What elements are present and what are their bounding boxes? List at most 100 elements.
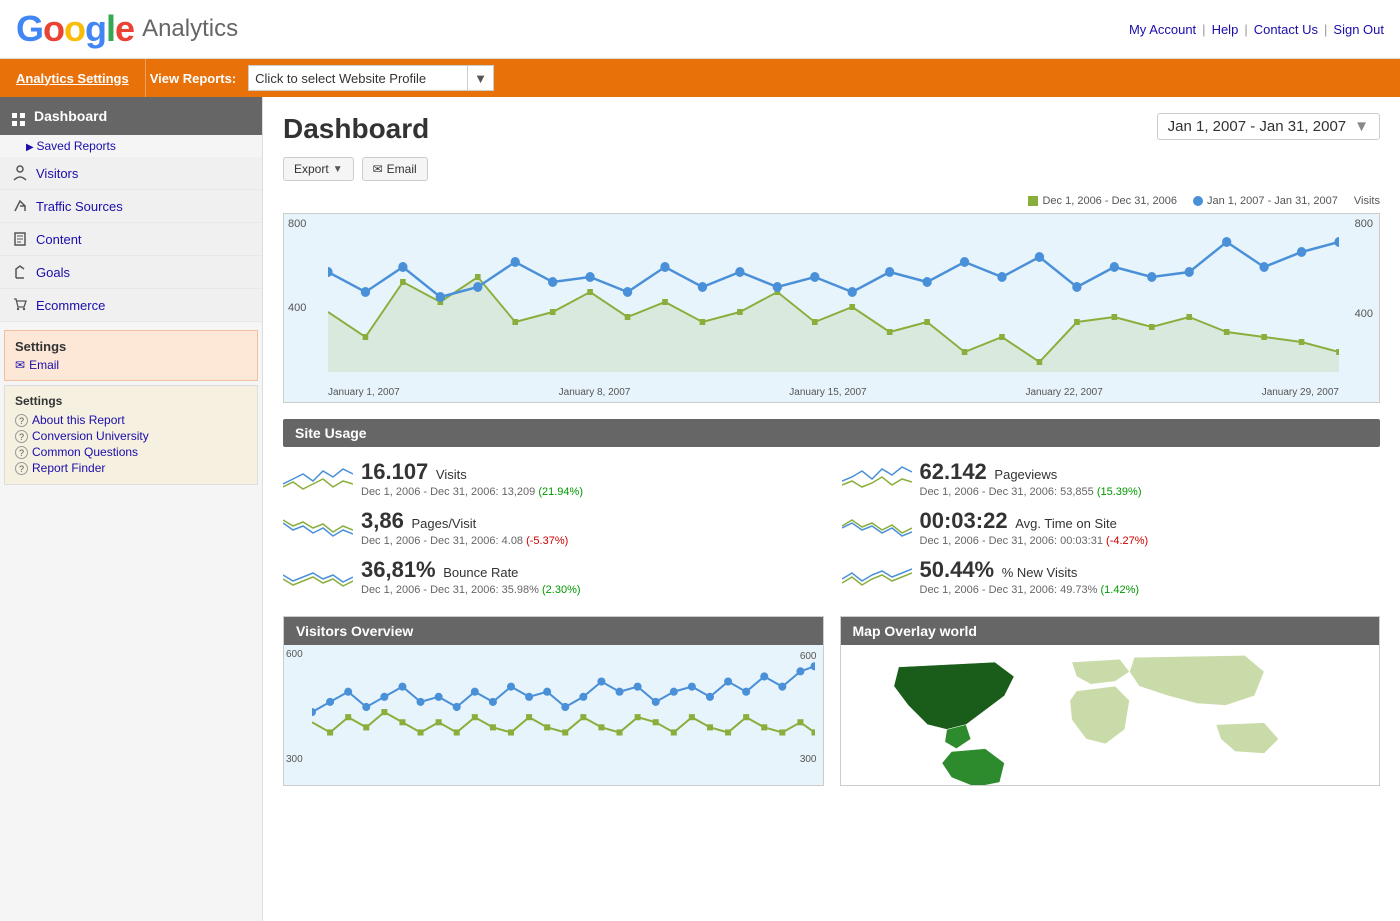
sidebar: Dashboard Saved Reports Visitors Traffic… xyxy=(0,97,263,921)
logo-area: Google Analytics xyxy=(16,8,238,50)
conversion-university-link[interactable]: ? Conversion University xyxy=(15,428,247,444)
metric-pageviews-data: 62.142 Pageviews Dec 1, 2006 - Dec 31, 2… xyxy=(920,459,1142,498)
common-questions-link[interactable]: ? Common Questions xyxy=(15,444,247,460)
metric-visits-data: 16.107 Visits Dec 1, 2006 - Dec 31, 2006… xyxy=(361,459,583,498)
metric-pageviews: 62.142 Pageviews Dec 1, 2006 - Dec 31, 2… xyxy=(842,459,1381,498)
page-title: Dashboard xyxy=(283,113,429,145)
metric-avg-time: 00:03:22 Avg. Time on Site Dec 1, 2006 -… xyxy=(842,508,1381,547)
metric-pages-visit: 3,86 Pages/Visit Dec 1, 2006 - Dec 31, 2… xyxy=(283,508,822,547)
sidebar-visitors-label: Visitors xyxy=(36,166,78,181)
sidebar-item-goals[interactable]: Goals xyxy=(0,256,262,289)
analytics-text: Analytics xyxy=(142,15,238,43)
dashboard-header: Dashboard Jan 1, 2007 - Jan 31, 2007 ▼ xyxy=(283,113,1380,145)
visits-value: 16.107 xyxy=(361,459,428,484)
site-usage-header: Site Usage xyxy=(283,419,1380,447)
y-label-high: 800 xyxy=(288,218,306,230)
settings-box-title: Settings xyxy=(15,394,247,408)
circle-q-icon: ? xyxy=(15,414,28,427)
sign-out-link[interactable]: Sign Out xyxy=(1333,22,1384,37)
my-account-link[interactable]: My Account xyxy=(1129,22,1196,37)
chart-legend: Dec 1, 2006 - Dec 31, 2006 Jan 1, 2007 -… xyxy=(283,195,1380,207)
metrics-grid: 16.107 Visits Dec 1, 2006 - Dec 31, 2006… xyxy=(283,459,1380,596)
map-overlay-panel: Map Overlay world xyxy=(840,616,1381,786)
content-icon xyxy=(12,231,28,247)
x-label-2: January 8, 2007 xyxy=(559,387,631,398)
pageviews-label: Pageviews xyxy=(994,467,1057,482)
legend-curr-label: Jan 1, 2007 - Jan 31, 2007 xyxy=(1207,195,1338,207)
map-overlay-header: Map Overlay world xyxy=(841,617,1380,645)
legend-curr: Jan 1, 2007 - Jan 31, 2007 xyxy=(1193,195,1338,207)
contact-us-link[interactable]: Contact Us xyxy=(1254,22,1318,37)
help-link[interactable]: Help xyxy=(1212,22,1239,37)
sidebar-item-content[interactable]: Content xyxy=(0,223,262,256)
sidebar-goals-label: Goals xyxy=(36,265,70,280)
date-range-text: Jan 1, 2007 - Jan 31, 2007 xyxy=(1168,118,1346,135)
sparkline-visits xyxy=(283,459,353,494)
profile-select-wrapper: Click to select Website Profile ▼ xyxy=(248,65,494,91)
email-button[interactable]: ✉ Email xyxy=(362,157,428,181)
metric-new-visits: 50.44% % New Visits Dec 1, 2006 - Dec 31… xyxy=(842,557,1381,596)
x-label-5: January 29, 2007 xyxy=(1262,387,1339,398)
metric-bounce-rate-data: 36,81% Bounce Rate Dec 1, 2006 - Dec 31,… xyxy=(361,557,581,596)
date-range-selector[interactable]: Jan 1, 2007 - Jan 31, 2007 ▼ xyxy=(1157,113,1380,140)
metric-new-visits-data: 50.44% % New Visits Dec 1, 2006 - Dec 31… xyxy=(920,557,1140,596)
visits-label: Visits xyxy=(436,467,467,482)
analytics-settings-button[interactable]: Analytics Settings xyxy=(0,59,145,97)
bounce-rate-label: Bounce Rate xyxy=(443,565,518,580)
export-arrow-icon: ▼ xyxy=(333,164,343,175)
new-visits-value: 50.44% xyxy=(920,557,995,582)
metric-avg-time-data: 00:03:22 Avg. Time on Site Dec 1, 2006 -… xyxy=(920,508,1149,547)
export-button[interactable]: Export ▼ xyxy=(283,157,354,181)
sidebar-ecommerce-label: Ecommerce xyxy=(36,298,105,313)
dashboard-nav-item[interactable]: Dashboard xyxy=(0,97,262,135)
circle-q-icon: ? xyxy=(15,446,28,459)
dashboard-label: Dashboard xyxy=(34,108,107,124)
visitors-icon xyxy=(12,165,28,181)
metric-visits: 16.107 Visits Dec 1, 2006 - Dec 31, 2006… xyxy=(283,459,822,498)
visitors-overview-panel: Visitors Overview 600 300 xyxy=(283,616,824,786)
email-icon: ✉ xyxy=(373,162,383,176)
sparkline-pageviews xyxy=(842,459,912,494)
metric-pages-visit-data: 3,86 Pages/Visit Dec 1, 2006 - Dec 31, 2… xyxy=(361,508,568,547)
bounce-rate-value: 36,81% xyxy=(361,557,436,582)
y-label-mid: 400 xyxy=(288,302,306,314)
legend-prev-label: Dec 1, 2006 - Dec 31, 2006 xyxy=(1042,195,1177,207)
y-right-low: 400 xyxy=(1355,308,1373,320)
pageviews-comparison: Dec 1, 2006 - Dec 31, 2006: 53,855 (15.3… xyxy=(920,486,1142,498)
avg-time-comparison: Dec 1, 2006 - Dec 31, 2006: 00:03:31 (-4… xyxy=(920,535,1149,547)
website-profile-select[interactable]: Click to select Website Profile xyxy=(248,65,468,91)
header: Google Analytics My Account | Help | Con… xyxy=(0,0,1400,59)
goals-icon xyxy=(12,264,28,280)
sidebar-content-label: Content xyxy=(36,232,82,247)
settings-email-link[interactable]: ✉ Email xyxy=(15,358,247,372)
sparkline-new-visits xyxy=(842,557,912,592)
world-map-svg xyxy=(841,645,1380,785)
main-chart-area: 800 400 800 400 xyxy=(283,213,1380,403)
saved-reports-label: Saved Reports xyxy=(36,139,115,153)
settings-box: Settings ? About this Report ? Conversio… xyxy=(4,385,258,485)
visits-label: Visits xyxy=(1354,195,1380,207)
sparkline-bounce-rate xyxy=(283,557,353,592)
grid-icon xyxy=(12,105,26,127)
ecommerce-icon xyxy=(12,297,28,313)
sidebar-item-ecommerce[interactable]: Ecommerce xyxy=(0,289,262,322)
about-report-link[interactable]: ? About this Report xyxy=(15,412,247,428)
legend-prev: Dec 1, 2006 - Dec 31, 2006 xyxy=(1028,195,1177,207)
report-finder-link[interactable]: ? Report Finder xyxy=(15,460,247,476)
google-logo: Google xyxy=(16,8,134,50)
content-area: Dashboard Jan 1, 2007 - Jan 31, 2007 ▼ E… xyxy=(263,97,1400,921)
sidebar-item-traffic-sources[interactable]: Traffic Sources xyxy=(0,190,262,223)
select-arrow-icon[interactable]: ▼ xyxy=(468,65,494,91)
circle-q-icon: ? xyxy=(15,430,28,443)
saved-reports-item[interactable]: Saved Reports xyxy=(0,135,262,157)
visits-comparison: Dec 1, 2006 - Dec 31, 2006: 13,209 (21.9… xyxy=(361,486,583,498)
main-chart-svg xyxy=(328,222,1339,372)
bottom-panels: Visitors Overview 600 300 xyxy=(283,616,1380,786)
sidebar-item-visitors[interactable]: Visitors xyxy=(0,157,262,190)
legend-prev-color xyxy=(1028,196,1038,206)
pages-visit-value: 3,86 xyxy=(361,508,404,533)
email-icon: ✉ xyxy=(15,358,25,372)
visitors-overview-svg xyxy=(312,651,815,763)
new-visits-comparison: Dec 1, 2006 - Dec 31, 2006: 49.73% (1.42… xyxy=(920,584,1140,596)
x-label-4: January 22, 2007 xyxy=(1025,387,1102,398)
